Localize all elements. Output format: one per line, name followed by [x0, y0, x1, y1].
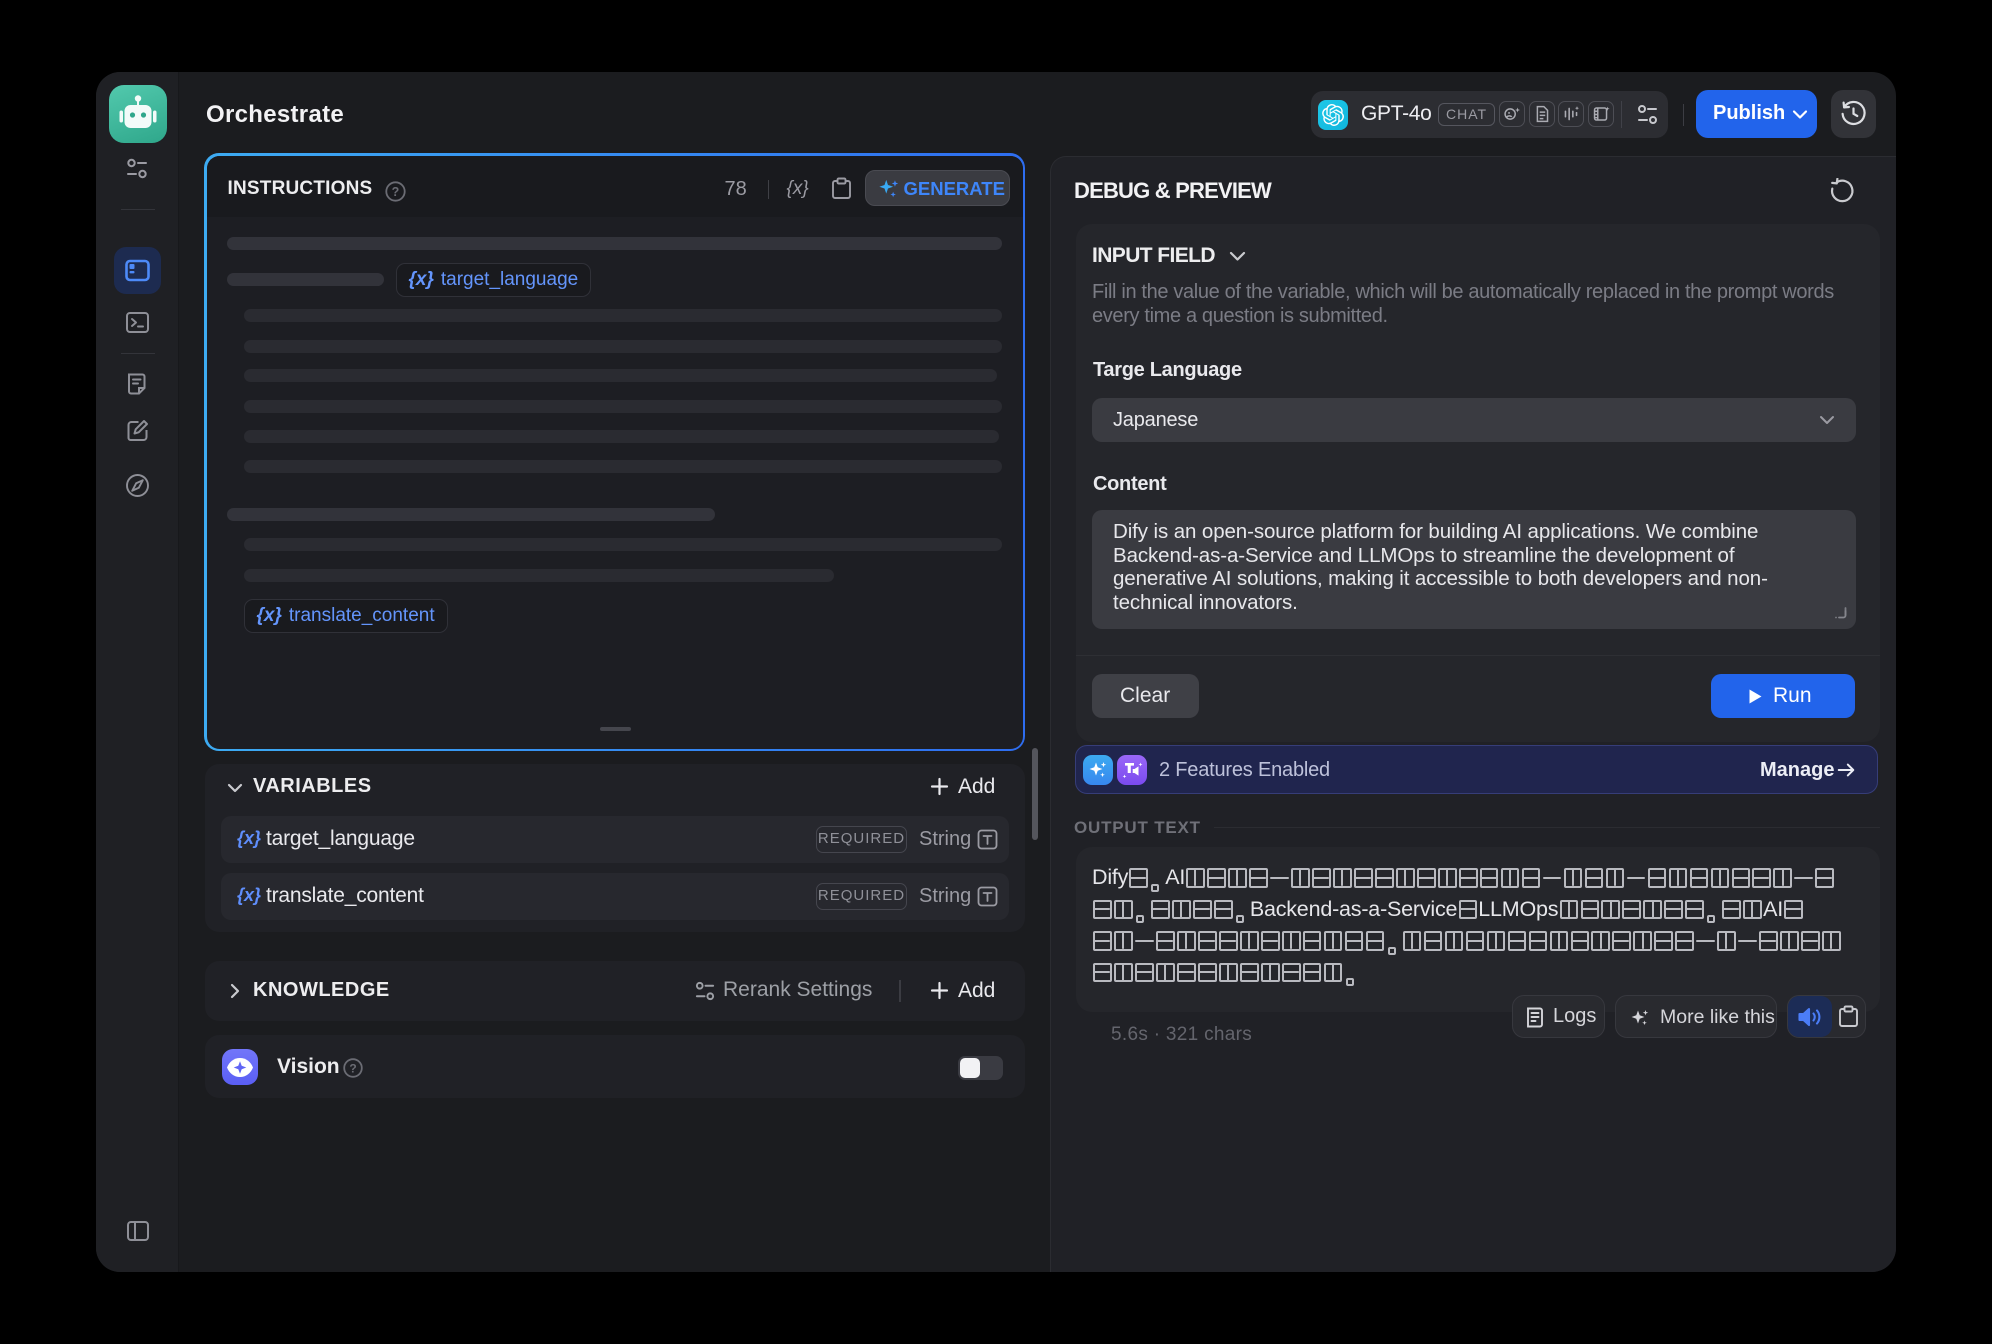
svg-text:?: ?	[349, 1061, 356, 1075]
svg-text:?: ?	[391, 185, 399, 199]
